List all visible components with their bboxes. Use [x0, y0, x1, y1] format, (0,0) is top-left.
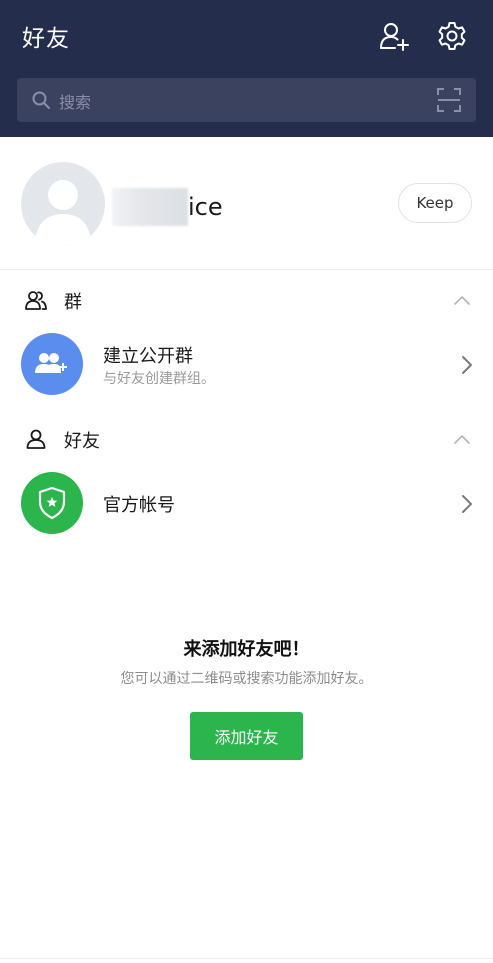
empty-state-subtitle: 您可以通过二维码或搜索功能添加好友。 [120, 671, 373, 687]
create-group-avatar [21, 333, 83, 395]
group-icon [24, 288, 48, 312]
qr-scan-icon[interactable] [436, 87, 462, 113]
my-profile[interactable]: ice Keep [0, 137, 493, 270]
app-header: 好友 搜索 [0, 0, 493, 137]
official-account-avatar [21, 472, 83, 534]
row-title: 建立公开群 [103, 346, 193, 367]
row-title: 官方帐号 [103, 495, 175, 516]
chevron-up-icon[interactable] [453, 292, 471, 306]
add-friend-button[interactable]: 添加好友 [190, 712, 303, 760]
avatar[interactable] [21, 162, 105, 246]
section-label-friends: 好友 [64, 431, 100, 452]
redacted-name [112, 188, 188, 226]
add-friend-icon[interactable] [378, 20, 410, 52]
chevron-up-icon[interactable] [453, 431, 471, 445]
search-icon [31, 90, 51, 110]
empty-state-title: 来添加好友吧！ [183, 639, 310, 660]
search-bar[interactable]: 搜索 [17, 78, 476, 122]
page-title: 好友 [22, 26, 70, 52]
friends-section-header[interactable]: 好友 [0, 417, 493, 461]
search-input[interactable]: 搜索 [59, 89, 91, 113]
row-subtitle: 与好友创建群组。 [103, 371, 215, 387]
groups-section-header[interactable]: 群 [0, 278, 493, 322]
chevron-right-icon [461, 494, 473, 514]
section-label-groups: 群 [64, 292, 82, 313]
gear-icon[interactable] [436, 20, 468, 52]
list-item-official-accounts[interactable]: 官方帐号 [0, 465, 493, 541]
list-item-create-public-group[interactable]: 建立公开群 与好友创建群组。 [0, 326, 493, 402]
keep-button[interactable]: Keep [398, 183, 472, 223]
chevron-right-icon [461, 355, 473, 375]
person-icon [24, 427, 48, 451]
divider [0, 958, 493, 959]
profile-name: ice [188, 193, 223, 221]
